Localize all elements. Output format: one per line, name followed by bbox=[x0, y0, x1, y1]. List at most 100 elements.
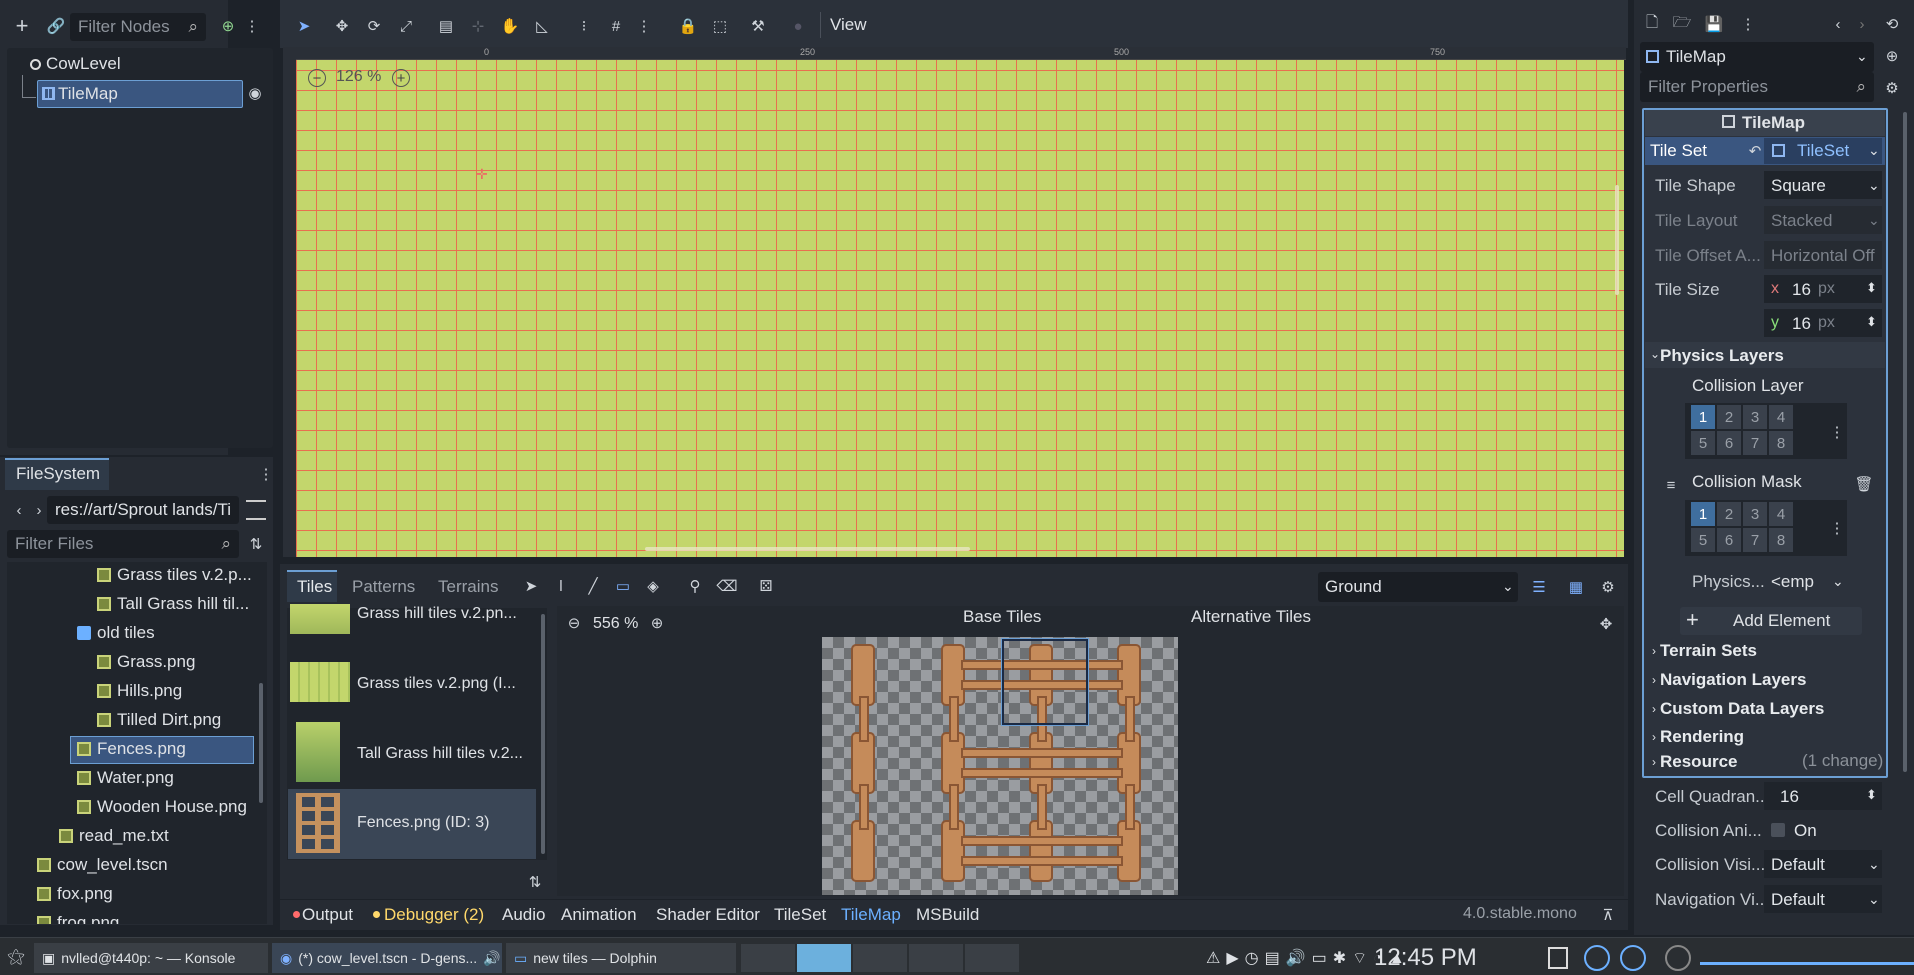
atlas-zoom-out-icon[interactable]: ⊖ bbox=[565, 614, 583, 632]
scale-tool-icon[interactable]: ⤢ bbox=[394, 14, 418, 38]
grid-toggle-icon[interactable]: ▦ bbox=[1565, 576, 1587, 598]
file-item[interactable]: frog.png bbox=[7, 910, 257, 924]
pan-tool-icon[interactable]: ✋ bbox=[498, 14, 522, 38]
select-tool-icon[interactable]: ➤ bbox=[292, 14, 316, 38]
stepper-icon[interactable]: ⬍ bbox=[1866, 314, 1877, 330]
layer-bit[interactable]: 3 bbox=[1743, 405, 1767, 429]
zoom-out-icon[interactable]: − bbox=[308, 69, 326, 87]
atlas-zoom-in-icon[interactable]: ⊕ bbox=[648, 614, 666, 632]
stepper-icon[interactable]: ⬍ bbox=[1866, 787, 1877, 803]
tab-terrains[interactable]: Terrains bbox=[438, 577, 498, 597]
bottom-tab-msbuild[interactable]: MSBuild bbox=[916, 905, 979, 925]
layer-bit[interactable]: 7 bbox=[1743, 528, 1767, 552]
zoom-in-icon[interactable]: + bbox=[392, 69, 410, 87]
pager-desktop-1[interactable] bbox=[741, 944, 795, 972]
layer-bit[interactable]: 4 bbox=[1769, 405, 1793, 429]
physics-material-value[interactable]: <emp bbox=[1771, 572, 1814, 592]
scene-child-label[interactable]: TileMap bbox=[58, 84, 118, 104]
bottom-tab-tilemap[interactable]: TileMap bbox=[841, 905, 901, 925]
source-item-2[interactable]: Tall Grass hill tiles v.2... bbox=[357, 745, 523, 763]
layer-bit[interactable]: 6 bbox=[1717, 528, 1741, 552]
grid-snap-icon[interactable]: # bbox=[604, 14, 628, 38]
task-konsole[interactable]: ▣ nvlled@t440p: ~ — Konsole bbox=[34, 943, 268, 973]
inspector-settings-icon[interactable]: ⚙ bbox=[1882, 78, 1902, 98]
source-sort-icon[interactable]: ⇅ bbox=[525, 872, 545, 892]
file-item[interactable]: Wooden House.png bbox=[7, 794, 257, 822]
tile-rect-icon[interactable]: ▭ bbox=[612, 575, 634, 597]
file-item[interactable]: Grass.png bbox=[7, 649, 257, 677]
object-tools-icon[interactable]: ⊕ bbox=[1882, 46, 1902, 66]
collision-mask-menu-icon[interactable]: ⋮ bbox=[1830, 518, 1845, 538]
revert-icon[interactable]: ↶ bbox=[1746, 142, 1764, 160]
sort-icon[interactable]: ⇅ bbox=[246, 534, 266, 554]
collision-layer-grid[interactable]: 1234 5678 bbox=[1685, 403, 1847, 459]
add-node-button[interactable]: + bbox=[10, 13, 34, 38]
save-resource-icon[interactable]: 💾 bbox=[1704, 14, 1724, 34]
layer-bit[interactable]: 4 bbox=[1769, 502, 1793, 526]
clock[interactable]: 12:45 PM bbox=[1374, 944, 1477, 972]
bottom-tab-tileset[interactable]: TileSet bbox=[774, 905, 826, 925]
history-icon[interactable]: ⟲ bbox=[1882, 14, 1902, 34]
camera-icon[interactable]: ● bbox=[786, 14, 810, 38]
center-view-icon[interactable]: ✥ bbox=[1596, 614, 1616, 634]
lock-icon[interactable]: 🔒 bbox=[676, 14, 700, 38]
source-item-1[interactable]: Grass tiles v.2.png (I... bbox=[357, 675, 516, 693]
filter-nodes-input[interactable]: Filter Nodes ⌕ bbox=[70, 13, 206, 41]
file-item[interactable]: old tiles bbox=[7, 620, 257, 648]
bottom-tab-animation[interactable]: Animation bbox=[561, 905, 637, 925]
visibility-eye-icon[interactable]: ◉ bbox=[246, 84, 264, 102]
smart-snap-icon[interactable]: ⁝ bbox=[572, 14, 596, 38]
scene-root-label[interactable]: CowLevel bbox=[46, 54, 121, 74]
file-item[interactable]: Tall Grass hill til... bbox=[7, 591, 257, 619]
layer-bit[interactable]: 1 bbox=[1691, 405, 1715, 429]
layer-bit[interactable]: 2 bbox=[1717, 502, 1741, 526]
path-field[interactable]: res://art/Sprout lands/Ti bbox=[47, 496, 239, 524]
file-tree-scrollbar[interactable] bbox=[259, 683, 263, 803]
inspector-menu-icon[interactable]: ⋮ bbox=[1740, 14, 1756, 34]
collision-ani-checkbox[interactable] bbox=[1771, 823, 1785, 837]
layer-bit[interactable]: 1 bbox=[1691, 502, 1715, 526]
back-arrow-icon[interactable]: ‹ bbox=[12, 500, 26, 520]
layer-bit[interactable]: 3 bbox=[1743, 502, 1767, 526]
view-menu[interactable]: View bbox=[830, 15, 867, 35]
open-resource-icon[interactable]: 🗁 bbox=[1672, 14, 1692, 34]
inspector-section[interactable]: Custom Data Layers bbox=[1660, 699, 1824, 719]
stepper-icon[interactable]: ⬍ bbox=[1866, 280, 1877, 296]
drag-handle-icon[interactable]: ≡ bbox=[1662, 476, 1680, 494]
fence-atlas[interactable] bbox=[822, 637, 1178, 895]
bottom-tab-shader-editor[interactable]: Shader Editor bbox=[656, 905, 760, 925]
file-item[interactable]: Fences.png bbox=[7, 736, 257, 764]
random-tile-icon[interactable]: ⚄ bbox=[755, 575, 777, 597]
source-list-scrollbar[interactable] bbox=[541, 614, 545, 854]
pager-desktop-5[interactable] bbox=[965, 944, 1019, 972]
file-item[interactable]: fox.png bbox=[7, 881, 257, 909]
bottom-tab-output[interactable]: Output bbox=[302, 905, 353, 925]
split-view-icon[interactable] bbox=[246, 500, 266, 520]
new-resource-icon[interactable]: 🗋 bbox=[1642, 14, 1662, 34]
tile-line-icon[interactable]: ╱ bbox=[582, 575, 604, 597]
rotate-tool-icon[interactable]: ⟳ bbox=[362, 14, 386, 38]
tile-picker-icon[interactable]: ⚲ bbox=[684, 575, 706, 597]
file-item[interactable]: read_me.txt bbox=[7, 823, 257, 851]
filter-files-input[interactable]: Filter Files ⌕ bbox=[7, 530, 239, 558]
file-item[interactable]: Grass tiles v.2.p... bbox=[7, 562, 257, 590]
bottom-tab-audio[interactable]: Audio bbox=[502, 905, 545, 925]
menu-icon[interactable]: ⋮ bbox=[244, 14, 260, 38]
file-item[interactable]: Hills.png bbox=[7, 678, 257, 706]
task-dolphin[interactable]: ▭ new tiles — Dolphin bbox=[506, 943, 736, 973]
tile-select-icon[interactable]: ➤ bbox=[520, 575, 542, 597]
collision-layer-menu-icon[interactable]: ⋮ bbox=[1830, 422, 1845, 442]
layer-bit[interactable]: 2 bbox=[1717, 405, 1741, 429]
filesystem-menu-icon[interactable]: ⋮ bbox=[258, 464, 274, 484]
layer-bit[interactable]: 5 bbox=[1691, 528, 1715, 552]
bone-icon[interactable]: ⚒ bbox=[746, 14, 770, 38]
inspector-section[interactable]: Terrain Sets bbox=[1660, 641, 1757, 661]
tile-eraser-icon[interactable]: ⌫ bbox=[716, 575, 738, 597]
app-launcher-icon[interactable]: ⚝ bbox=[4, 944, 28, 968]
layer-bit[interactable]: 8 bbox=[1769, 431, 1793, 455]
layer-bit[interactable]: 7 bbox=[1743, 431, 1767, 455]
file-item[interactable]: Tilled Dirt.png bbox=[7, 707, 257, 735]
delete-icon[interactable]: 🗑 bbox=[1854, 475, 1873, 493]
canvas-scrollbar-v[interactable] bbox=[1615, 185, 1619, 295]
layer-bit[interactable]: 5 bbox=[1691, 431, 1715, 455]
